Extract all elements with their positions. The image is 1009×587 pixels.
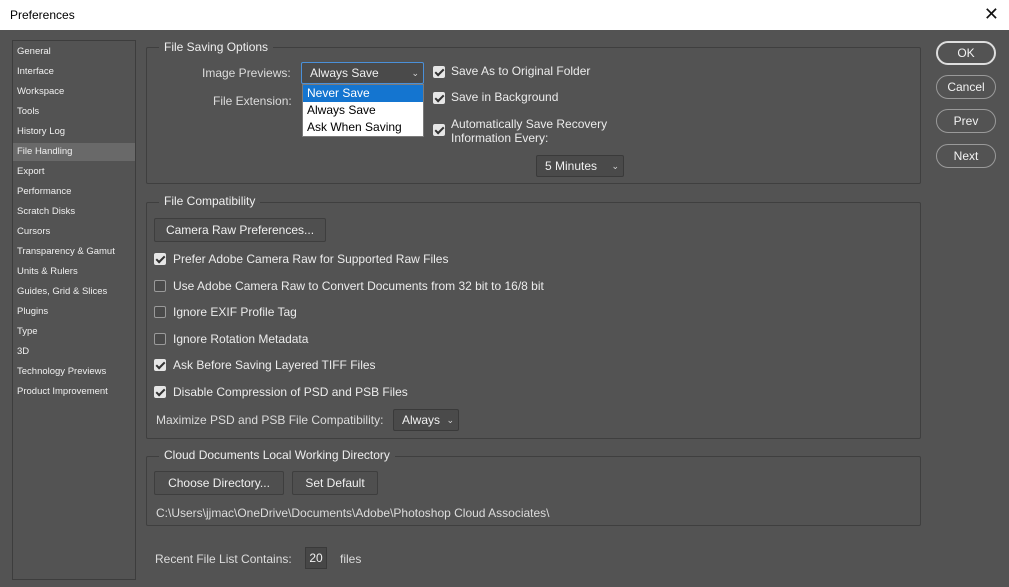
convert-32bit-checkbox[interactable] — [154, 280, 166, 292]
dropdown-option-never-save[interactable]: Never Save — [303, 85, 423, 102]
save-as-original-checkbox[interactable] — [433, 66, 445, 78]
sidebar-item-file-handling[interactable]: File Handling — [13, 143, 135, 161]
sidebar-item-history-log[interactable]: History Log — [13, 123, 135, 141]
sidebar-item-performance[interactable]: Performance — [13, 183, 135, 201]
ignore-exif-checkbox[interactable] — [154, 306, 166, 318]
sidebar-item-type[interactable]: Type — [13, 323, 135, 341]
file-compatibility-title: File Compatibility — [159, 194, 261, 208]
sidebar-item-interface[interactable]: Interface — [13, 63, 135, 81]
chevron-down-icon: ⌄ — [611, 161, 619, 171]
dropdown-option-ask-when-saving[interactable]: Ask When Saving — [303, 119, 423, 136]
save-as-original-label: Save As to Original Folder — [451, 64, 591, 78]
prefer-camera-raw-checkbox[interactable] — [154, 253, 166, 265]
sidebar-item-scratch-disks[interactable]: Scratch Disks — [13, 203, 135, 221]
set-default-button[interactable]: Set Default — [292, 471, 378, 495]
ask-layered-tiff-checkbox[interactable] — [154, 359, 166, 371]
sidebar-item-3d[interactable]: 3D — [13, 343, 135, 361]
sidebar-item-guides-grid-slices[interactable]: Guides, Grid & Slices — [13, 283, 135, 301]
maximize-compat-value: Always — [402, 413, 441, 427]
window-title: Preferences — [10, 8, 75, 22]
sidebar-item-workspace[interactable]: Workspace — [13, 83, 135, 101]
next-button[interactable]: Next — [936, 144, 996, 168]
sidebar-item-plugins[interactable]: Plugins — [13, 303, 135, 321]
title-bar: Preferences ✕ — [0, 0, 1009, 30]
sidebar-item-units-rulers[interactable]: Units & Rulers — [13, 263, 135, 281]
sidebar-item-cursors[interactable]: Cursors — [13, 223, 135, 241]
sidebar-item-product-improvement[interactable]: Product Improvement — [13, 383, 135, 401]
dropdown-option-always-save[interactable]: Always Save — [303, 102, 423, 119]
ok-button[interactable]: OK — [936, 41, 996, 65]
file-extension-label: File Extension: — [213, 94, 292, 108]
choose-directory-button[interactable]: Choose Directory... — [154, 471, 284, 495]
ignore-rotation-checkbox[interactable] — [154, 333, 166, 345]
ask-layered-tiff-label: Ask Before Saving Layered TIFF Files — [173, 358, 376, 372]
cancel-button[interactable]: Cancel — [936, 75, 996, 99]
convert-32bit-label: Use Adobe Camera Raw to Convert Document… — [173, 279, 544, 293]
cloud-directory-path: C:\Users\jjmac\OneDrive\Documents\Adobe\… — [156, 506, 550, 520]
auto-save-recovery-label-line1: Automatically Save Recovery — [451, 117, 608, 131]
save-in-background-checkbox[interactable] — [433, 92, 445, 104]
ignore-rotation-label: Ignore Rotation Metadata — [173, 332, 309, 346]
image-previews-select[interactable]: Always Save ⌄ — [301, 62, 424, 84]
auto-save-recovery-label-line2: Information Every: — [451, 131, 549, 145]
maximize-compat-select[interactable]: Always ⌄ — [393, 409, 459, 431]
camera-raw-preferences-button[interactable]: Camera Raw Preferences... — [154, 218, 326, 242]
save-in-background-label: Save in Background — [451, 90, 559, 104]
prev-button[interactable]: Prev — [936, 109, 996, 133]
disable-compression-label: Disable Compression of PSD and PSB Files — [173, 385, 408, 399]
recovery-interval-select[interactable]: 5 Minutes ⌄ — [536, 155, 624, 177]
file-saving-options-title: File Saving Options — [159, 40, 274, 54]
recent-file-list-label: Recent File List Contains: — [155, 552, 292, 566]
recent-file-count-input[interactable]: 20 — [305, 547, 327, 569]
recovery-interval-value: 5 Minutes — [545, 159, 598, 173]
auto-save-recovery-checkbox[interactable] — [433, 124, 445, 136]
sidebar-item-export[interactable]: Export — [13, 163, 135, 181]
cloud-documents-title: Cloud Documents Local Working Directory — [159, 448, 395, 462]
recent-file-suffix: files — [340, 552, 362, 566]
image-previews-value: Always Save — [310, 66, 379, 80]
image-previews-label: Image Previews: — [202, 66, 291, 80]
sidebar-item-tools[interactable]: Tools — [13, 103, 135, 121]
sidebar-item-general[interactable]: General — [13, 43, 135, 61]
ignore-exif-label: Ignore EXIF Profile Tag — [173, 305, 297, 319]
close-icon[interactable]: ✕ — [984, 4, 999, 24]
sidebar: General Interface Workspace Tools Histor… — [12, 40, 136, 580]
prefer-camera-raw-label: Prefer Adobe Camera Raw for Supported Ra… — [173, 252, 449, 266]
maximize-compat-label: Maximize PSD and PSB File Compatibility: — [156, 413, 384, 427]
disable-compression-checkbox[interactable] — [154, 386, 166, 398]
sidebar-item-transparency-gamut[interactable]: Transparency & Gamut — [13, 243, 135, 261]
sidebar-item-technology-previews[interactable]: Technology Previews — [13, 363, 135, 381]
image-previews-dropdown-list: Never Save Always Save Ask When Saving — [302, 84, 424, 137]
chevron-down-icon: ⌄ — [411, 68, 419, 78]
chevron-down-icon: ⌄ — [446, 415, 454, 425]
